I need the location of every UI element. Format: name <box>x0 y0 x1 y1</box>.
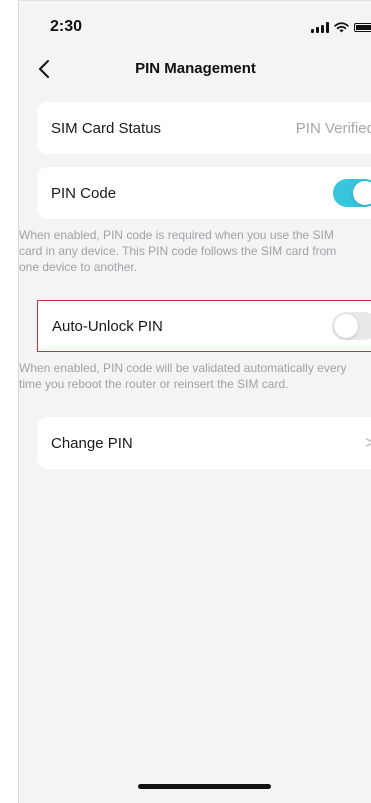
battery-icon <box>354 23 371 32</box>
page-title: PIN Management <box>135 60 256 77</box>
auto-unlock-pin-label: Auto-Unlock PIN <box>52 317 163 335</box>
status-time: 2:30 <box>50 18 83 35</box>
navigation-bar: PIN Management <box>19 51 371 87</box>
chevron-right-icon: > <box>365 433 371 453</box>
pin-code-toggle[interactable] <box>333 179 371 207</box>
status-icons <box>311 22 371 33</box>
cellular-signal-icon <box>311 22 329 33</box>
sim-card-status-label: SIM Card Status <box>51 119 162 137</box>
auto-unlock-pin-description: When enabled, PIN code will be validated… <box>19 361 347 391</box>
toggle-knob <box>334 314 358 338</box>
app-screen: 2:30 PIN Management SIM Card Status PIN … <box>18 0 371 803</box>
change-pin-label: Change PIN <box>51 434 133 452</box>
auto-unlock-pin-toggle[interactable] <box>332 312 371 340</box>
sim-card-status-row: SIM Card Status PIN Verified <box>37 102 371 154</box>
change-pin-row[interactable]: Change PIN > <box>37 417 371 469</box>
wifi-icon <box>334 22 349 33</box>
pin-code-label: PIN Code <box>51 184 117 202</box>
home-indicator <box>138 784 271 789</box>
auto-unlock-pin-row: Auto-Unlock PIN <box>37 300 371 352</box>
pin-code-row: PIN Code <box>37 167 371 219</box>
toggle-knob <box>353 181 371 205</box>
status-bar: 2:30 <box>19 1 371 45</box>
pin-code-description: When enabled, PIN code is required when … <box>19 228 337 274</box>
sim-card-status-value: PIN Verified <box>295 119 371 137</box>
